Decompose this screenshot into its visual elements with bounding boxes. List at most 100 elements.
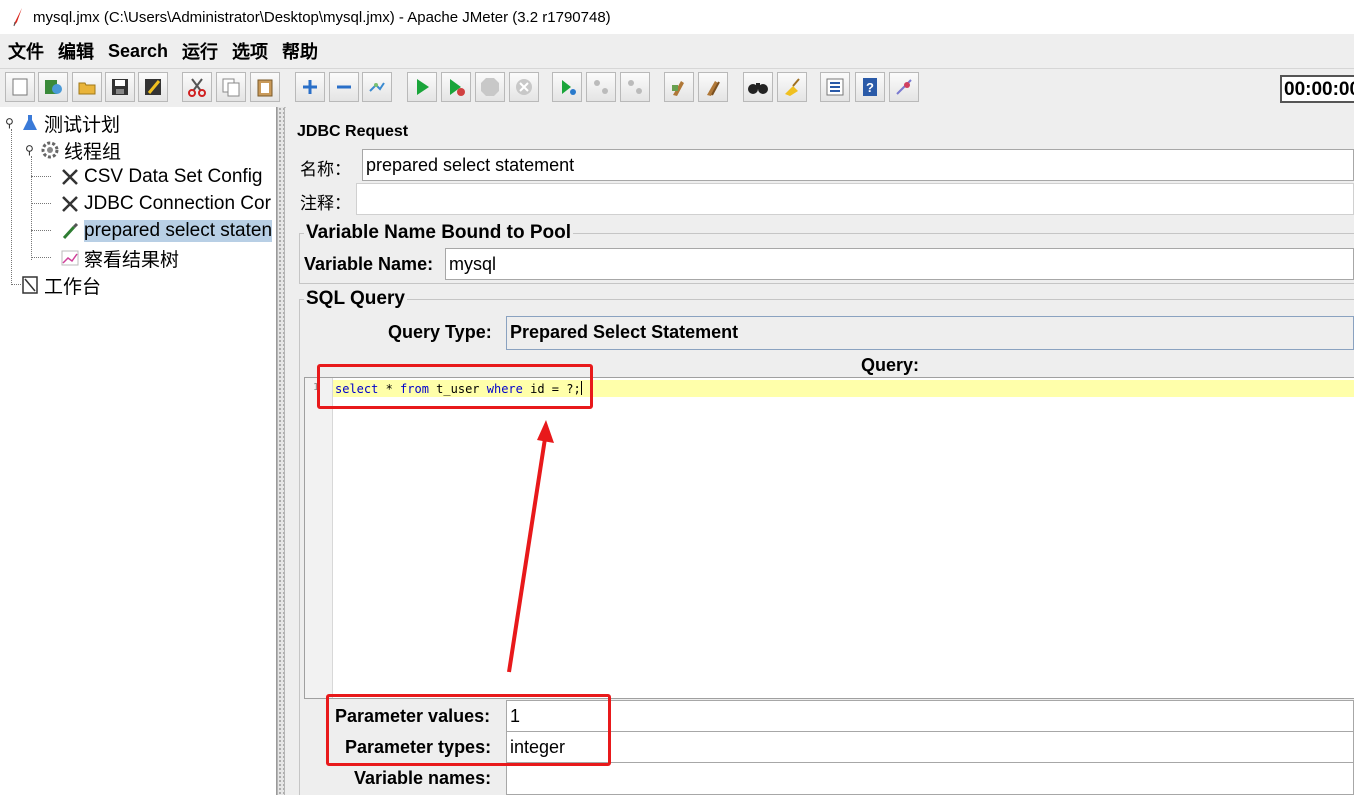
remote-start-icon (562, 80, 576, 95)
tree-guide (31, 257, 51, 258)
tree-toggle-icon[interactable]: ⚲ (25, 143, 34, 157)
start-no-pause-icon (450, 79, 465, 96)
test-plan-tree[interactable]: ⚲ 测试计划 ⚲ 线程组 CSV Data Set Config JDBC Co… (0, 107, 277, 795)
tree-item-thread-group[interactable]: 线程组 (40, 137, 121, 163)
paste-button[interactable] (250, 72, 280, 102)
new-button[interactable] (5, 72, 35, 102)
remote-start-button[interactable] (552, 72, 582, 102)
query-label: Query: (861, 355, 920, 375)
tree-guide (31, 230, 51, 231)
flask-icon (20, 113, 40, 133)
remote-shutdown-icon (628, 80, 642, 94)
comments-input[interactable] (356, 183, 1354, 215)
log-viewer-icon (896, 79, 912, 95)
function-helper-icon (826, 78, 844, 96)
query-type-label: Query Type: (388, 322, 492, 342)
tree-item-jdbc-connection[interactable]: JDBC Connection Cor (60, 191, 271, 217)
name-label: 名称： (300, 160, 351, 180)
clear-all-icon (707, 81, 720, 96)
workbench-icon (20, 275, 40, 295)
menu-options[interactable]: 选项 (232, 38, 268, 64)
clear-all-button[interactable] (698, 72, 728, 102)
query-highlight-box (317, 364, 593, 409)
tree-item-test-plan[interactable]: 测试计划 (20, 110, 120, 136)
save-button[interactable] (105, 72, 135, 102)
query-editor[interactable]: 1 select * from t_user where id = ?; (304, 377, 1354, 699)
tree-item-workbench[interactable]: 工作台 (20, 272, 101, 298)
svg-text:?: ? (866, 80, 874, 95)
chart-icon (60, 248, 80, 268)
variable-names-label: Variable names: (354, 768, 492, 788)
search-button[interactable] (743, 72, 773, 102)
menu-run[interactable]: 运行 (182, 38, 218, 64)
menu-help[interactable]: 帮助 (282, 38, 318, 64)
shutdown-button[interactable] (509, 72, 539, 102)
elapsed-timer: 00:00:00 (1280, 75, 1354, 103)
new-icon (12, 78, 28, 96)
stop-button[interactable] (475, 72, 505, 102)
remote-stop-button[interactable] (586, 72, 616, 102)
search-icon (748, 83, 768, 94)
clear-icon (672, 81, 684, 96)
templates-icon (45, 80, 62, 94)
log-viewer-button[interactable] (889, 72, 919, 102)
tree-item-view-results-tree[interactable]: 察看结果树 (60, 245, 179, 271)
start-button[interactable] (407, 72, 437, 102)
window-title: mysql.jmx (C:\Users\Administrator\Deskto… (33, 8, 611, 26)
parameters-highlight-box (326, 694, 611, 766)
save-as-icon (145, 79, 161, 95)
menu-file[interactable]: 文件 (8, 38, 44, 64)
name-input[interactable]: prepared select statement (362, 149, 1354, 181)
collapse-icon (337, 85, 351, 89)
title-bar: mysql.jmx (C:\Users\Administrator\Deskto… (0, 0, 1354, 34)
reset-search-icon (785, 78, 800, 96)
variable-name-label: Variable Name: (304, 254, 434, 274)
pool-group-title: Variable Name Bound to Pool (304, 222, 573, 244)
variable-name-input[interactable]: mysql (445, 248, 1354, 280)
query-type-select[interactable]: Prepared Select Statement (506, 316, 1354, 350)
expand-all-button[interactable] (295, 72, 325, 102)
variable-names-input[interactable] (506, 762, 1354, 795)
panel-title: JDBC Request (297, 123, 409, 140)
help-button[interactable]: ? (855, 72, 885, 102)
templates-button[interactable] (38, 72, 68, 102)
start-icon (417, 79, 429, 95)
start-no-pause-button[interactable] (441, 72, 471, 102)
line-number-gutter: 1 (305, 378, 333, 698)
save-icon (112, 79, 128, 95)
clear-button[interactable] (664, 72, 694, 102)
tree-toggle-icon[interactable]: ⚲ (5, 116, 14, 130)
tree-guide (31, 156, 32, 260)
save-as-button[interactable] (138, 72, 168, 102)
open-icon (78, 82, 96, 95)
menu-search[interactable]: Search (108, 41, 168, 62)
wrench-screwdriver-icon (60, 194, 80, 214)
gear-icon (40, 140, 60, 160)
tree-guide (11, 129, 12, 285)
cut-button[interactable] (182, 72, 212, 102)
reset-search-button[interactable] (777, 72, 807, 102)
menu-edit[interactable]: 编辑 (58, 38, 94, 64)
toggle-button[interactable] (362, 72, 392, 102)
remote-stop-icon (594, 80, 608, 94)
shutdown-icon (516, 79, 532, 95)
collapse-all-button[interactable] (329, 72, 359, 102)
open-button[interactable] (72, 72, 102, 102)
parameter-types-input[interactable]: integer (506, 731, 1354, 763)
pipette-icon (60, 221, 80, 241)
paste-icon (257, 79, 273, 97)
comments-label: 注释： (300, 194, 351, 214)
jdbc-request-panel: JDBC Request 名称： prepared select stateme… (286, 107, 1354, 795)
split-pane-divider[interactable] (277, 107, 285, 795)
toggle-icon (369, 82, 385, 92)
sql-query-group-title: SQL Query (304, 288, 407, 310)
toolbar: ? 00:00:00 (0, 68, 1354, 108)
copy-button[interactable] (216, 72, 246, 102)
remote-shutdown-button[interactable] (620, 72, 650, 102)
cut-icon (188, 78, 206, 97)
wrench-screwdriver-icon (60, 167, 80, 187)
function-helper-button[interactable] (820, 72, 850, 102)
tree-item-csv-data-set[interactable]: CSV Data Set Config (60, 164, 262, 190)
parameter-values-input[interactable]: 1 (506, 700, 1354, 732)
tree-item-jdbc-request[interactable]: prepared select staten (60, 218, 273, 244)
